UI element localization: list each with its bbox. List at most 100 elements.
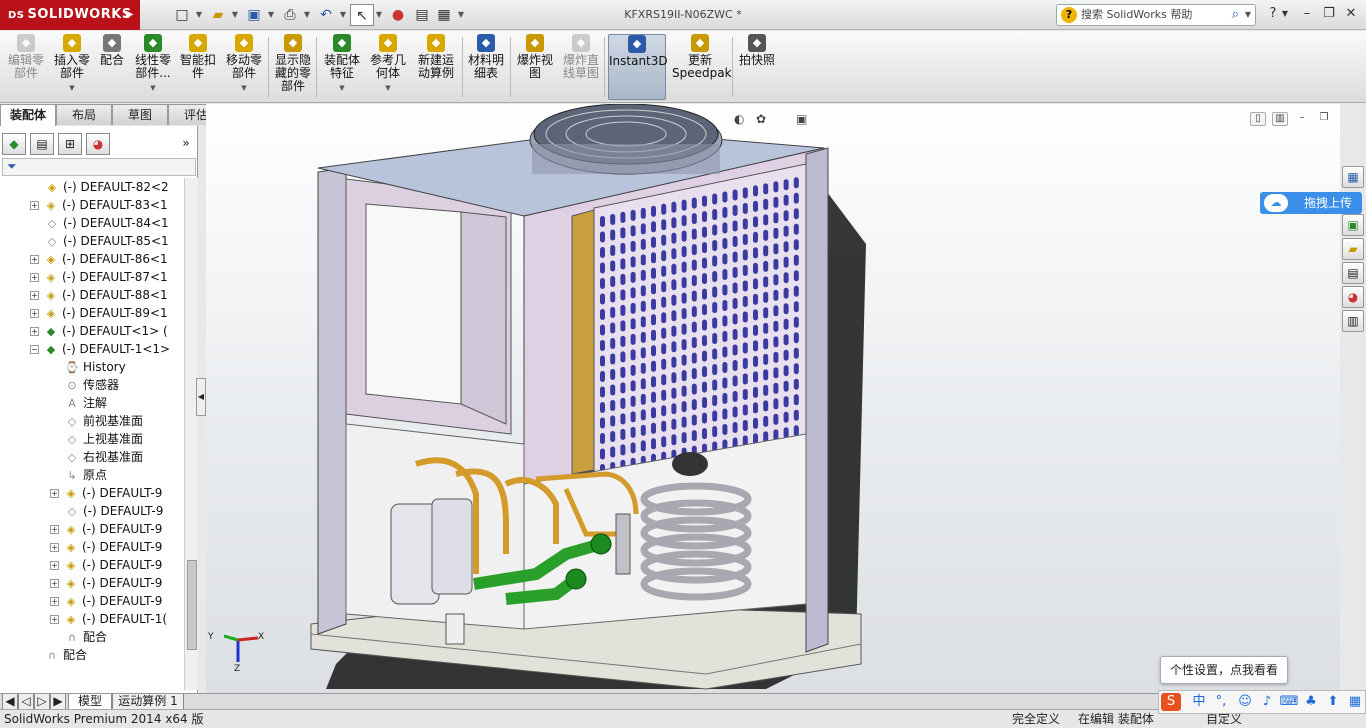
- chevron-down-icon[interactable]: ▼: [194, 4, 204, 26]
- chevron-down-icon[interactable]: ▼: [266, 4, 276, 26]
- update-speedpak-button[interactable]: ◆ 更新 Speedpak: [672, 34, 732, 100]
- expand-icon[interactable]: +: [30, 201, 39, 210]
- expand-icon[interactable]: +: [50, 561, 59, 570]
- voice-icon[interactable]: ♪: [1257, 693, 1277, 711]
- tree-item[interactable]: + ◆ (-) DEFAULT<1> (: [30, 322, 168, 340]
- tree-item[interactable]: + ◈ (-) DEFAULT-9: [50, 484, 162, 502]
- display-manager-icon[interactable]: ◕: [86, 133, 110, 155]
- tree-item[interactable]: A 注解: [64, 394, 107, 412]
- resources-icon[interactable]: ▦: [1342, 166, 1364, 188]
- scrollbar-thumb[interactable]: [187, 560, 197, 650]
- configuration-manager-icon[interactable]: ⊞: [58, 133, 82, 155]
- expand-icon[interactable]: +: [50, 525, 59, 534]
- tools-icon[interactable]: ⬆: [1323, 693, 1343, 711]
- tooltip[interactable]: 个性设置，点我看看: [1160, 656, 1288, 684]
- expand-panel-icon[interactable]: »: [174, 133, 198, 155]
- next-arrow-icon[interactable]: ▷: [34, 694, 50, 710]
- chevron-down-icon[interactable]: ▼: [456, 4, 466, 26]
- expand-icon[interactable]: +: [50, 615, 59, 624]
- expand-icon[interactable]: +: [30, 273, 39, 282]
- chevron-down-icon[interactable]: ▼: [132, 82, 174, 95]
- search-icon[interactable]: ⌕: [1232, 5, 1239, 25]
- tab-1[interactable]: 布局: [56, 104, 112, 125]
- tree-item[interactable]: ◈ (-) DEFAULT-82<2: [44, 178, 169, 196]
- tree-item[interactable]: + ◈ (-) DEFAULT-1(: [50, 610, 167, 628]
- select-icon[interactable]: ↖: [350, 4, 374, 26]
- expand-icon[interactable]: +: [30, 255, 39, 264]
- tree-item[interactable]: ◇ (-) DEFAULT-85<1: [44, 232, 169, 250]
- tree-item[interactable]: ⊙ 传感器: [64, 376, 119, 394]
- chevron-down-icon[interactable]: ▼: [222, 82, 266, 95]
- tree-item[interactable]: ↳ 原点: [64, 466, 107, 484]
- minimize-icon[interactable]: –: [1296, 4, 1318, 24]
- mate-button[interactable]: ◆ 配合: [96, 34, 128, 100]
- tree-item[interactable]: ⌚ History: [64, 358, 126, 376]
- print-icon[interactable]: ⎙: [278, 4, 302, 26]
- prev-arrow-icon[interactable]: ◁: [18, 694, 34, 710]
- tree-item[interactable]: + ◈ (-) DEFAULT-86<1: [30, 250, 168, 268]
- tab-0[interactable]: 装配体: [0, 104, 56, 126]
- tree-item[interactable]: + ◈ (-) DEFAULT-9: [50, 538, 162, 556]
- show-hidden-button[interactable]: ◆ 显示隐 藏的零 部件: [272, 34, 314, 100]
- tab-model[interactable]: 模型: [68, 694, 112, 710]
- keyboard-icon[interactable]: ⌨: [1279, 693, 1299, 711]
- last-arrow-icon[interactable]: ▶: [50, 694, 66, 710]
- open-icon[interactable]: ▰: [206, 4, 230, 26]
- tree-item[interactable]: + ◈ (-) DEFAULT-89<1: [30, 304, 168, 322]
- skin-icon[interactable]: ♣: [1301, 693, 1321, 711]
- close-icon[interactable]: ✕: [1340, 4, 1362, 24]
- assembly-features-button[interactable]: ◆ 装配体 特征 ▼: [320, 34, 364, 100]
- upload-badge[interactable]: ☁ 拖拽上传: [1260, 192, 1362, 214]
- tree-item[interactable]: ◇ 前视基准面: [64, 412, 143, 430]
- edit-component-button[interactable]: ◆ 编辑零 部件: [4, 34, 48, 100]
- undo-icon[interactable]: ↶: [314, 4, 338, 26]
- tab-motion-study[interactable]: 运动算例 1: [112, 694, 184, 710]
- chevron-down-icon[interactable]: ▼: [374, 4, 384, 26]
- tree-item[interactable]: + ◈ (-) DEFAULT-9: [50, 574, 162, 592]
- emoji-icon[interactable]: ☺: [1235, 693, 1255, 711]
- chevron-down-icon[interactable]: ▼: [1280, 4, 1290, 24]
- feature-manager-icon[interactable]: ◆: [2, 133, 26, 155]
- panel-collapse-handle[interactable]: ◀: [196, 378, 206, 416]
- chevron-down-icon[interactable]: ▼: [368, 82, 408, 95]
- custom-properties-icon[interactable]: ▥: [1342, 310, 1364, 332]
- solidworks-logo[interactable]: DS SOLIDWORKS ▶: [0, 0, 140, 30]
- new-icon[interactable]: □: [170, 4, 194, 26]
- tree-item[interactable]: + ◈ (-) DEFAULT-88<1: [30, 286, 168, 304]
- graphics-area[interactable]: 🔍 ▮ ⚫ ◐ ✿ ▣ ▯ ▥ – ❐: [206, 104, 1340, 693]
- options-icon[interactable]: ▦: [432, 4, 456, 26]
- tree-item[interactable]: + ◈ (-) DEFAULT-9: [50, 556, 162, 574]
- tab-2[interactable]: 草图: [112, 104, 168, 125]
- menu-grid-icon[interactable]: ▦: [1345, 693, 1365, 711]
- take-snapshot-button[interactable]: ◆ 拍快照: [736, 34, 778, 100]
- exploded-view-button[interactable]: ◆ 爆炸视 图: [514, 34, 556, 100]
- menu-arrow-icon[interactable]: ▶: [126, 0, 134, 30]
- sogou-icon[interactable]: S: [1161, 693, 1181, 711]
- file-explorer-icon[interactable]: ▰: [1342, 238, 1364, 260]
- tree-item[interactable]: + ◈ (-) DEFAULT-83<1: [30, 196, 168, 214]
- smart-fasteners-button[interactable]: ◆ 智能扣 件: [178, 34, 218, 100]
- punctuation-icon[interactable]: °,: [1211, 693, 1231, 711]
- save-icon[interactable]: ▣: [242, 4, 266, 26]
- design-library-icon[interactable]: ▣: [1342, 214, 1364, 236]
- expand-icon[interactable]: +: [50, 597, 59, 606]
- tree-item[interactable]: ◇ (-) DEFAULT-84<1: [44, 214, 169, 232]
- chevron-down-icon[interactable]: ▼: [1245, 5, 1251, 25]
- tree-filter[interactable]: ⏷: [2, 158, 196, 176]
- explode-line-sketch-button[interactable]: ◆ 爆炸直 线草图: [560, 34, 602, 100]
- chevron-down-icon[interactable]: ▼: [302, 4, 312, 26]
- tree-item[interactable]: + ◈ (-) DEFAULT-9: [50, 592, 162, 610]
- chevron-down-icon[interactable]: ▼: [52, 82, 92, 95]
- new-motion-study-button[interactable]: ◆ 新建运 动算例: [414, 34, 458, 100]
- property-manager-icon[interactable]: ▤: [30, 133, 54, 155]
- first-arrow-icon[interactable]: ◀: [2, 694, 18, 710]
- chevron-down-icon[interactable]: ▼: [320, 82, 364, 95]
- tree-scrollbar[interactable]: [184, 178, 198, 690]
- expand-icon[interactable]: +: [30, 309, 39, 318]
- tree-item[interactable]: ∩ 配合: [64, 628, 107, 646]
- restore-icon[interactable]: ❐: [1318, 4, 1340, 24]
- appearances-icon[interactable]: ◕: [1342, 286, 1364, 308]
- instant3d-button[interactable]: ◆ Instant3D: [608, 34, 668, 100]
- expand-icon[interactable]: +: [50, 543, 59, 552]
- reference-geometry-button[interactable]: ◆ 参考几 何体 ▼: [368, 34, 408, 100]
